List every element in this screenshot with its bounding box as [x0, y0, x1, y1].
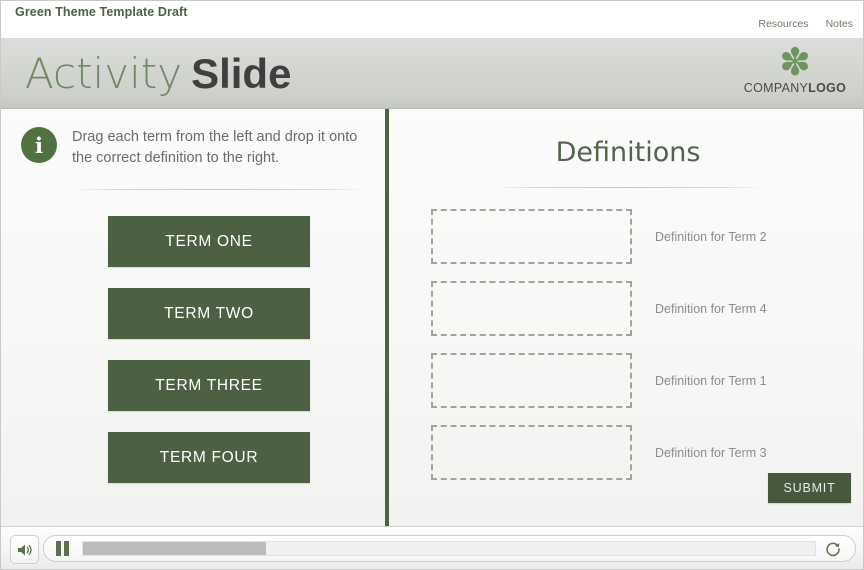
top-bar: Green Theme Template Draft Resources Not… [1, 1, 863, 38]
pause-icon-bar-right [64, 541, 69, 556]
slide-title-light: Activity [25, 49, 183, 98]
seek-bar-shell [43, 535, 856, 562]
right-divider [488, 187, 768, 188]
submit-button[interactable]: SUBMIT [768, 473, 851, 503]
speaker-icon [17, 544, 32, 555]
definition-row: Definition for Term 4 [431, 281, 851, 336]
playback-control-bar [1, 526, 863, 569]
slide-banner: Activity Slide ✽ COMPANYLOGO [1, 38, 863, 109]
replay-button[interactable] [824, 540, 842, 558]
slide-title-bold: Slide [191, 50, 292, 97]
volume-button[interactable] [10, 535, 39, 564]
top-navigation: Resources Notes [758, 18, 853, 30]
definitions-list: Definition for Term 2 Definition for Ter… [431, 209, 851, 497]
replay-icon [826, 542, 840, 556]
asterisk-icon: ✽ [779, 40, 811, 84]
definition-label-2: Definition for Term 4 [655, 301, 767, 316]
instruction-text: Drag each term from the left and drop it… [72, 129, 358, 166]
company-logo-text-thin: COMPANY [743, 81, 809, 95]
slide-title: Activity Slide [25, 48, 291, 100]
instruction-block: i Drag each term from the left and drop … [21, 127, 371, 169]
course-player: Green Theme Template Draft Resources Not… [0, 0, 864, 570]
pause-button[interactable] [56, 541, 70, 556]
course-title: Green Theme Template Draft [15, 5, 188, 19]
company-logo-text: COMPANYLOGO [739, 81, 851, 95]
term-card-four[interactable]: TERM FOUR [108, 432, 310, 483]
progress-scrubber[interactable] [82, 541, 816, 556]
pause-icon-bar-left [56, 541, 61, 556]
terms-list: TERM ONE TERM TWO TERM THREE TERM FOUR [108, 216, 310, 504]
column-divider [385, 109, 389, 526]
company-logo: ✽ COMPANYLOGO [739, 40, 851, 95]
term-card-two[interactable]: TERM TWO [108, 288, 310, 339]
info-icon: i [21, 127, 57, 163]
company-logo-text-bold: LOGO [808, 81, 847, 95]
nav-link-resources[interactable]: Resources [758, 18, 808, 30]
slide-stage: i Drag each term from the left and drop … [1, 109, 863, 526]
dropzone-2[interactable] [431, 281, 632, 336]
dropzone-3[interactable] [431, 353, 632, 408]
definition-row: Definition for Term 2 [431, 209, 851, 264]
definition-label-4: Definition for Term 3 [655, 445, 767, 460]
dropzone-1[interactable] [431, 209, 632, 264]
definition-label-3: Definition for Term 1 [655, 373, 767, 388]
definitions-heading: Definitions [555, 137, 701, 168]
term-card-three[interactable]: TERM THREE [108, 360, 310, 411]
dropzone-4[interactable] [431, 425, 632, 480]
nav-link-notes[interactable]: Notes [826, 18, 853, 30]
definition-label-1: Definition for Term 2 [655, 229, 767, 244]
definition-row: Definition for Term 3 [431, 425, 851, 480]
left-divider [64, 189, 372, 190]
definition-row: Definition for Term 1 [431, 353, 851, 408]
progress-fill [83, 542, 266, 555]
term-card-one[interactable]: TERM ONE [108, 216, 310, 267]
